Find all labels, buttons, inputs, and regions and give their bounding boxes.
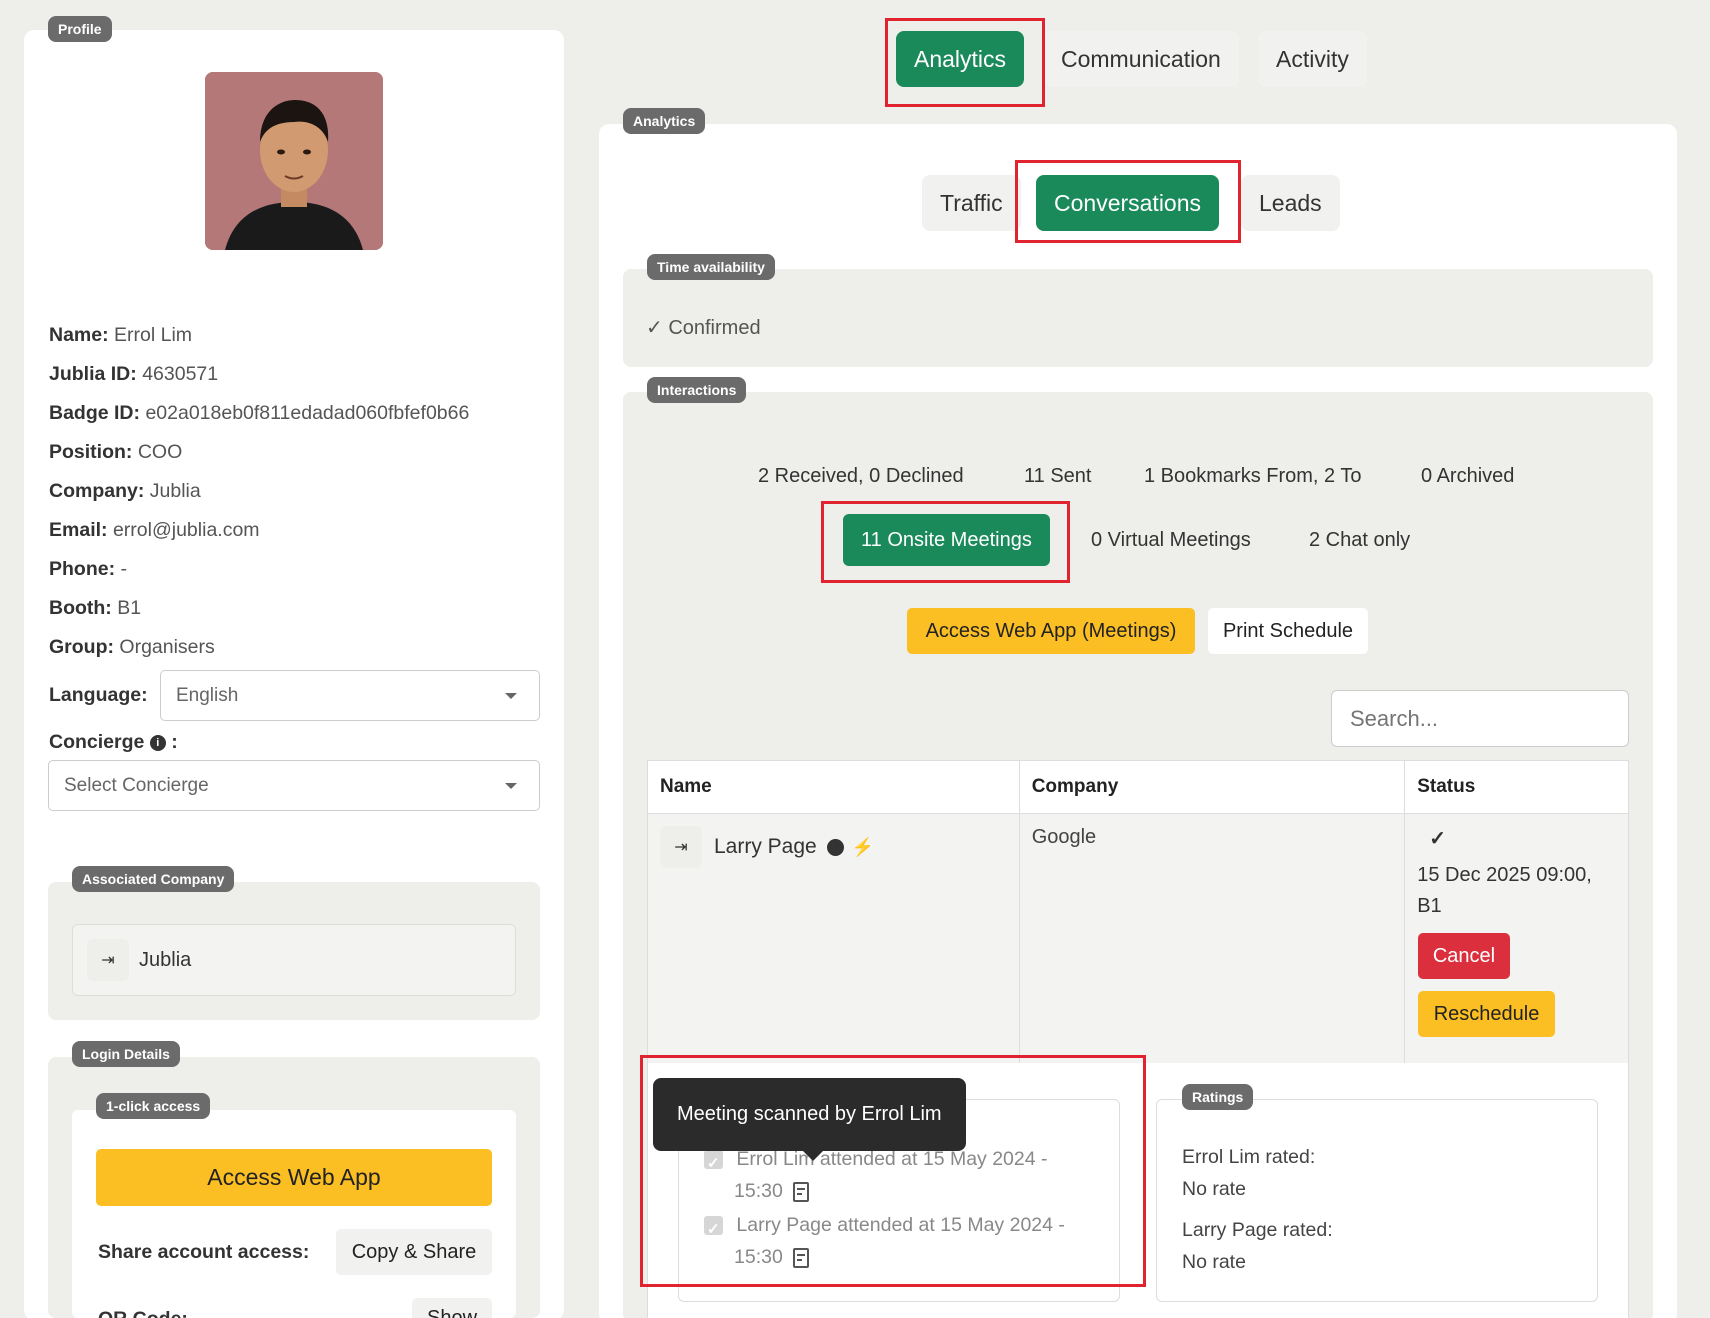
language-label: Language: bbox=[49, 684, 148, 706]
one-click-card bbox=[72, 1110, 516, 1318]
profile-name-value: Errol Lim bbox=[114, 324, 193, 346]
concierge-select[interactable]: Select Concierge bbox=[48, 760, 540, 811]
check-icon: ✓ bbox=[1429, 828, 1446, 850]
tooltip-text: Meeting scanned by Errol Lim bbox=[677, 1103, 942, 1125]
document-icon[interactable] bbox=[792, 1247, 809, 1268]
reschedule-button[interactable]: Reschedule bbox=[1418, 991, 1555, 1037]
profile-badge-id-label: Badge ID: bbox=[49, 402, 141, 424]
associated-company-name: Jublia bbox=[139, 948, 192, 971]
meeting-datetime: 15 Dec 2025 09:00, bbox=[1417, 864, 1592, 886]
profile-email-label: Email: bbox=[49, 519, 108, 541]
qr-code-label: QR Code: bbox=[98, 1308, 188, 1318]
profile-position-value: COO bbox=[137, 441, 183, 463]
profile-phone-label: Phone: bbox=[49, 558, 116, 580]
language-select[interactable]: English bbox=[160, 670, 540, 721]
tab-communication[interactable]: Communication bbox=[1043, 31, 1239, 87]
concierge-placeholder: Select Concierge bbox=[64, 774, 209, 796]
attended-checkbox bbox=[704, 1214, 723, 1246]
profile-group-label: Group: bbox=[49, 636, 114, 658]
profile-name: Name: Errol Lim bbox=[49, 324, 192, 347]
profile-position: Position: COO bbox=[49, 441, 182, 464]
profile-company: Company: Jublia bbox=[49, 480, 201, 503]
chip-onsite-meetings[interactable]: 11 Onsite Meetings bbox=[843, 514, 1050, 566]
chip-chat-only[interactable]: 2 Chat only bbox=[1291, 514, 1429, 566]
time-availability-label: Time availability bbox=[647, 254, 775, 280]
search-input[interactable] bbox=[1331, 690, 1629, 747]
profile-jublia-id: Jublia ID: 4630571 bbox=[49, 363, 218, 386]
share-account-label: Share account access: bbox=[98, 1241, 310, 1263]
attendance-line: Larry Page attended at 15 May 2024 - 15:… bbox=[704, 1209, 1114, 1273]
profile-position-label: Position: bbox=[49, 441, 133, 463]
profile-email-value: errol@jublia.com bbox=[112, 519, 260, 541]
chevron-down-icon bbox=[505, 782, 517, 789]
rating-item: Errol Lim rated: No rate bbox=[1182, 1146, 1316, 1200]
profile-section-label: Profile bbox=[48, 16, 112, 42]
one-click-label: 1-click access bbox=[96, 1093, 211, 1119]
tab-traffic[interactable]: Traffic bbox=[922, 175, 1021, 231]
chip-archived[interactable]: 0 Archived bbox=[1403, 450, 1533, 502]
meeting-booth: B1 bbox=[1417, 895, 1442, 917]
associated-company-label: Associated Company bbox=[72, 866, 235, 892]
attendance-line: Errol Lim attended at 15 May 2024 - 15:3… bbox=[704, 1143, 1114, 1207]
time-availability-card bbox=[623, 269, 1653, 367]
tab-activity[interactable]: Activity bbox=[1258, 31, 1367, 87]
profile-phone-value: - bbox=[120, 558, 128, 580]
column-header-status[interactable]: Status bbox=[1404, 760, 1629, 814]
login-details-label: Login Details bbox=[72, 1041, 180, 1067]
cancel-button[interactable]: Cancel bbox=[1418, 933, 1510, 979]
document-icon[interactable] bbox=[792, 1181, 809, 1202]
interactions-label: Interactions bbox=[647, 377, 747, 403]
chip-bookmarks[interactable]: 1 Bookmarks From, 2 To bbox=[1126, 450, 1380, 502]
profile-company-label: Company: bbox=[49, 480, 145, 502]
profile-company-value: Jublia bbox=[149, 480, 201, 502]
attendee-company: Google bbox=[1031, 826, 1097, 848]
login-icon: ⇥ bbox=[87, 939, 129, 981]
chip-received[interactable]: 2 Received, 0 Declined bbox=[740, 450, 982, 502]
attendee-name[interactable]: Larry Page bbox=[714, 835, 817, 859]
profile-group-value: Organisers bbox=[119, 636, 215, 658]
column-header-name[interactable]: Name bbox=[647, 760, 1020, 814]
tab-conversations[interactable]: Conversations bbox=[1036, 175, 1220, 231]
profile-booth-label: Booth: bbox=[49, 597, 112, 619]
profile-email: Email: errol@jublia.com bbox=[49, 519, 260, 542]
availability-status: ✓ Confirmed bbox=[646, 317, 761, 339]
profile-badge-id: Badge ID: e02a018eb0f811edadad060fbfef0b… bbox=[49, 402, 469, 425]
profile-booth: Booth: B1 bbox=[49, 597, 141, 620]
profile-booth-value: B1 bbox=[117, 597, 142, 619]
language-value: English bbox=[176, 684, 239, 706]
chevron-down-icon bbox=[505, 692, 517, 699]
ratings-label: Ratings bbox=[1182, 1084, 1254, 1110]
access-web-app-button[interactable]: Access Web App bbox=[96, 1149, 492, 1206]
chip-virtual-meetings[interactable]: 0 Virtual Meetings bbox=[1073, 514, 1269, 566]
show-qr-button[interactable]: Show bbox=[412, 1298, 492, 1318]
rating-item: Larry Page rated: No rate bbox=[1182, 1219, 1333, 1273]
avatar-photo bbox=[205, 72, 383, 250]
associated-company-item[interactable]: ⇥ Jublia bbox=[72, 924, 516, 996]
profile-jublia-id-value: 4630571 bbox=[142, 363, 219, 385]
profile-phone: Phone: - bbox=[49, 558, 127, 581]
profile-group: Group: Organisers bbox=[49, 636, 215, 659]
tooltip: Meeting scanned by Errol Lim bbox=[653, 1078, 966, 1161]
copy-share-button[interactable]: Copy & Share bbox=[336, 1229, 492, 1275]
concierge-label: Concierge i : bbox=[49, 731, 178, 753]
chip-sent[interactable]: 11 Sent bbox=[1006, 450, 1110, 502]
profile-jublia-id-label: Jublia ID: bbox=[49, 363, 137, 385]
tab-analytics[interactable]: Analytics bbox=[896, 31, 1025, 87]
access-web-app-meetings-button[interactable]: Access Web App (Meetings) bbox=[907, 608, 1195, 654]
analytics-section-label: Analytics bbox=[623, 108, 706, 134]
globe-icon bbox=[826, 838, 844, 856]
tab-leads[interactable]: Leads bbox=[1241, 175, 1340, 231]
info-icon[interactable]: i bbox=[149, 734, 166, 751]
profile-name-label: Name: bbox=[49, 324, 109, 346]
column-header-company[interactable]: Company bbox=[1018, 760, 1406, 814]
lightning-icon: ⚡ bbox=[851, 836, 875, 857]
print-schedule-button[interactable]: Print Schedule bbox=[1208, 608, 1368, 654]
profile-badge-id-value: e02a018eb0f811edadad060fbfef0b66 bbox=[145, 402, 470, 424]
avatar bbox=[205, 72, 383, 250]
attended-checkbox bbox=[704, 1148, 723, 1180]
login-icon[interactable]: ⇥ bbox=[660, 826, 702, 868]
